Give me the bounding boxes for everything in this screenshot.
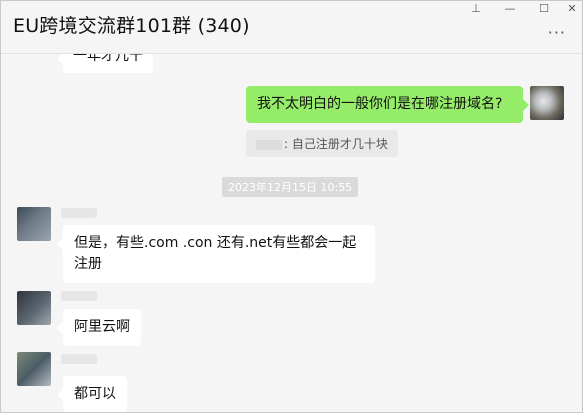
quoted-text: : 自己注册才几十块 bbox=[284, 137, 388, 151]
sender-name-blurred bbox=[61, 354, 97, 364]
message-bubble[interactable]: 都可以 bbox=[57, 376, 127, 412]
message-list[interactable]: 一年才几十 我不太明白的一般你们是在哪注册域名? : 自己注册才几十块 2023… bbox=[1, 54, 582, 412]
chat-window: EU跨境交流群101群 (340) ⊥ — ☐ ✕ ··· 一年才几十 我不太明… bbox=[0, 0, 583, 413]
message-bubble[interactable]: 但是，有些.com .con 还有.net有些都会一起注册 bbox=[57, 225, 375, 283]
sender-name-blurred bbox=[61, 291, 97, 301]
chat-header: EU跨境交流群101群 (340) ⊥ — ☐ ✕ ··· bbox=[1, 1, 582, 54]
message-text: 阿里云啊 bbox=[74, 319, 130, 335]
message-text: 都可以 bbox=[74, 386, 116, 402]
message-text: 但是，有些.com .con 还有.net有些都会一起注册 bbox=[74, 235, 357, 272]
pin-icon[interactable]: ⊥ bbox=[461, 1, 491, 15]
message-text: 一年才几十 bbox=[73, 54, 143, 64]
message-text: 我不太明白的一般你们是在哪注册域名? bbox=[257, 96, 503, 112]
group-title: EU跨境交流群101群 (340) bbox=[13, 15, 250, 37]
close-icon[interactable]: ✕ bbox=[557, 1, 582, 15]
quoted-sender-name-blurred bbox=[256, 139, 282, 150]
sender-avatar[interactable] bbox=[17, 291, 51, 325]
my-message-bubble[interactable]: 我不太明白的一般你们是在哪注册域名? bbox=[246, 86, 529, 123]
minimize-icon[interactable]: — bbox=[495, 1, 525, 15]
more-options-icon[interactable]: ··· bbox=[548, 23, 566, 42]
my-avatar[interactable] bbox=[530, 86, 564, 120]
sender-avatar[interactable] bbox=[17, 352, 51, 386]
maximize-icon[interactable]: ☐ bbox=[529, 1, 559, 15]
timestamp: 2023年12月15日 10:55 bbox=[222, 177, 359, 197]
sender-name-blurred bbox=[61, 208, 97, 218]
sender-avatar[interactable] bbox=[17, 207, 51, 241]
message-bubble[interactable]: 阿里云啊 bbox=[57, 309, 141, 346]
message-bubble[interactable]: 一年才几十 bbox=[57, 54, 153, 73]
quoted-message[interactable]: : 自己注册才几十块 bbox=[246, 130, 398, 157]
